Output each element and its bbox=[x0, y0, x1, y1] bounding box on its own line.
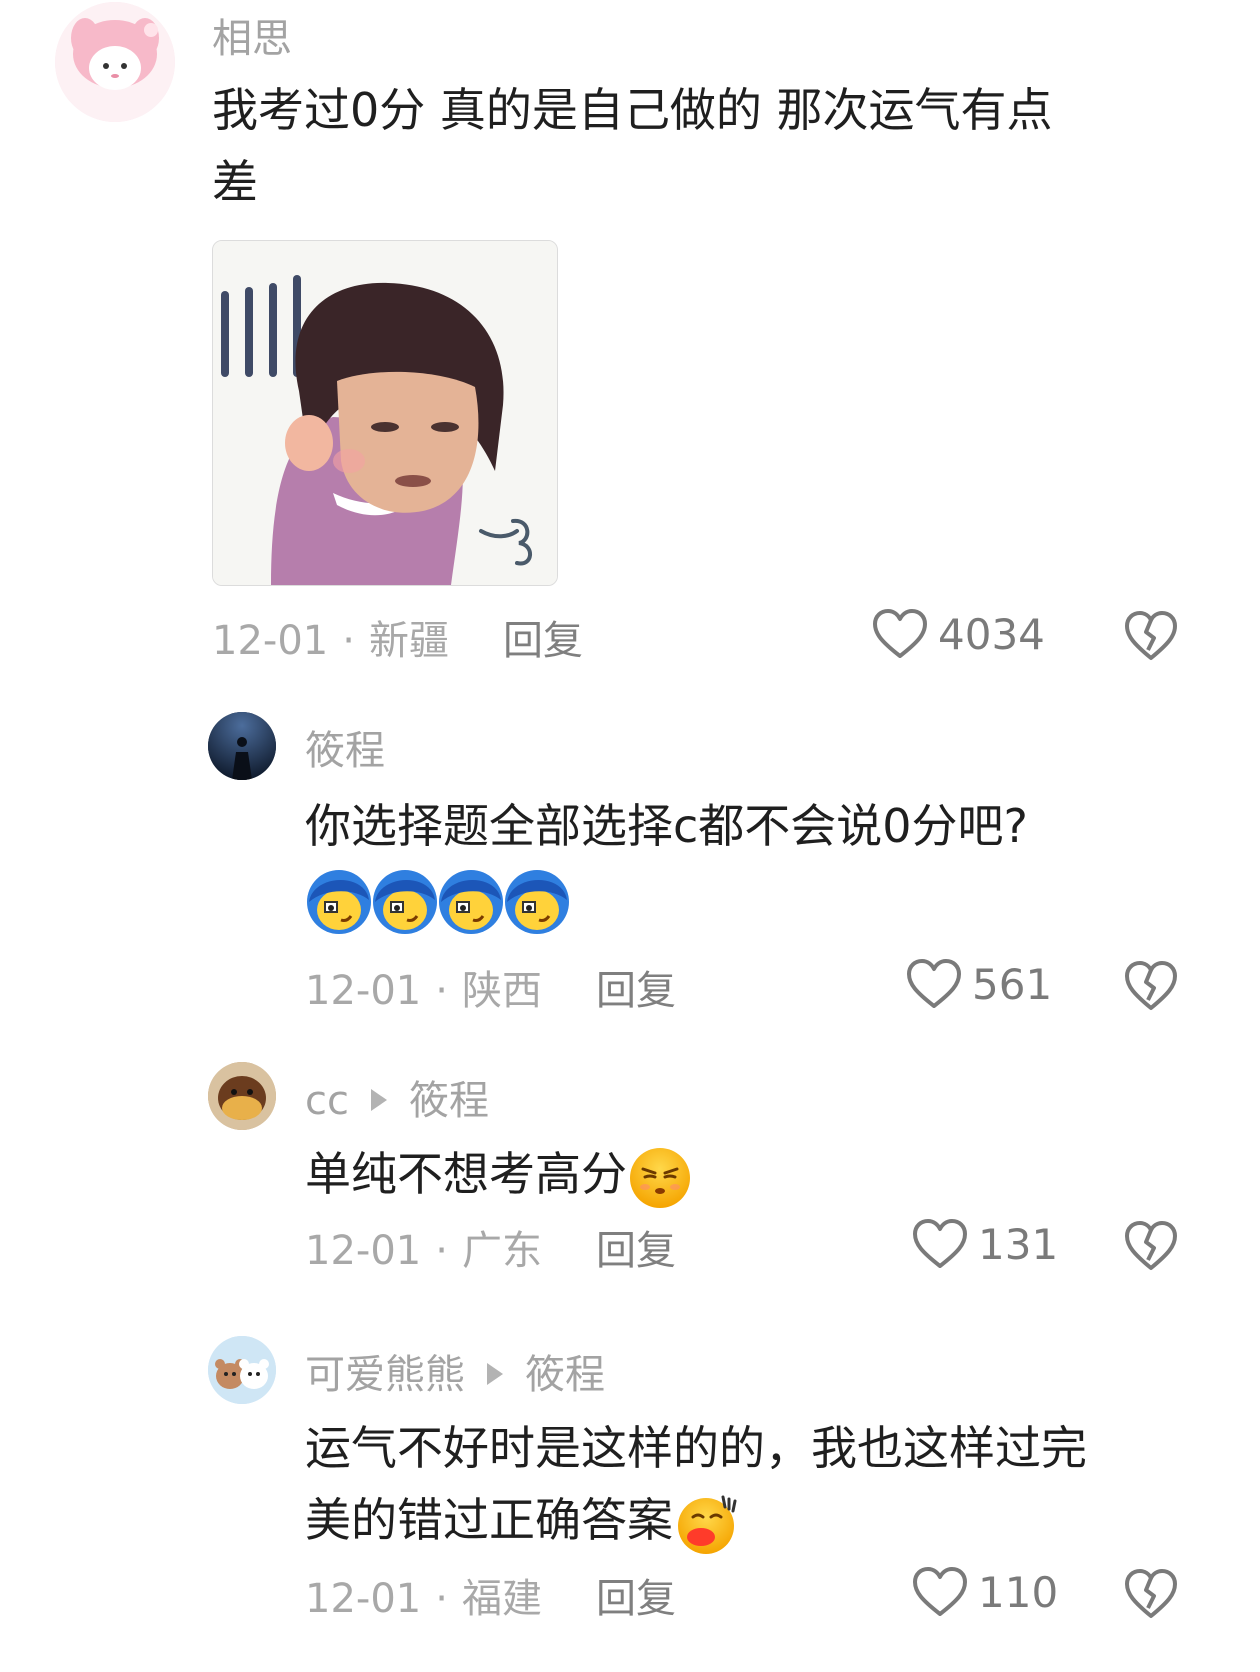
comment-date: 12-01 bbox=[305, 968, 422, 1014]
comment-meta: 12-01 · 福建 回复 bbox=[305, 1566, 676, 1624]
comment-location: 新疆 bbox=[368, 618, 449, 664]
reply-target[interactable]: 筱程 bbox=[409, 1078, 489, 1124]
dislike-button[interactable] bbox=[1124, 960, 1178, 1016]
reply-button[interactable]: 回复 bbox=[596, 1576, 676, 1622]
username: cc 筱程 bbox=[305, 1068, 489, 1126]
broken-heart-icon bbox=[1125, 1569, 1177, 1618]
separator-dot: · bbox=[342, 618, 355, 664]
like-count: 110 bbox=[978, 1567, 1059, 1617]
comment-location: 陕西 bbox=[461, 968, 542, 1014]
avatar-image bbox=[208, 1336, 276, 1404]
dislike-button[interactable] bbox=[1124, 1220, 1178, 1276]
like-button[interactable]: 561 bbox=[906, 958, 1052, 1010]
comment-date: 12-01 bbox=[305, 1576, 422, 1622]
emoji-row bbox=[305, 864, 1205, 936]
like-button[interactable]: 4034 bbox=[872, 608, 1045, 660]
reply-author[interactable]: 可爱熊熊 bbox=[305, 1352, 465, 1398]
comment-text-line: 美的错过正确答案 bbox=[305, 1484, 1205, 1557]
like-count: 561 bbox=[972, 959, 1053, 1009]
dislike-button[interactable] bbox=[1124, 1568, 1178, 1624]
reply-button[interactable]: 回复 bbox=[503, 618, 583, 664]
reply-author[interactable]: cc bbox=[305, 1078, 349, 1124]
avatar[interactable] bbox=[208, 1062, 276, 1130]
like-button[interactable]: 131 bbox=[912, 1218, 1058, 1270]
comment-text: 你选择题全部选择c都不会说0分吧? bbox=[305, 790, 1205, 936]
username: 可爱熊熊 筱程 bbox=[305, 1342, 605, 1400]
comment-location: 广东 bbox=[461, 1228, 542, 1274]
avatar-image bbox=[55, 2, 175, 122]
broken-heart-icon bbox=[1125, 611, 1177, 660]
comment-meta: 12-01 · 陕西 回复 bbox=[305, 958, 676, 1016]
kissing-face-emoji-icon bbox=[678, 1495, 737, 1554]
broken-heart-icon bbox=[1125, 1221, 1177, 1270]
blue-hair-face-emoji-icon bbox=[307, 870, 569, 934]
reply-button[interactable]: 回复 bbox=[596, 968, 676, 1014]
like-count: 131 bbox=[978, 1219, 1059, 1269]
avatar-image bbox=[208, 1062, 276, 1130]
comment-text: 单纯不想考高分 bbox=[305, 1138, 1205, 1211]
username[interactable]: 筱程 bbox=[305, 718, 385, 776]
avatar-image bbox=[208, 712, 276, 780]
comment-text-line: 运气不好时是这样的的，我也这样过完 bbox=[305, 1421, 1087, 1475]
smirk-face-emoji-icon bbox=[630, 1147, 690, 1208]
separator-dot: · bbox=[435, 1228, 448, 1274]
dislike-button[interactable] bbox=[1124, 610, 1178, 666]
comment-text-content: 你选择题全部选择c都不会说0分吧? bbox=[305, 799, 1028, 853]
like-count: 4034 bbox=[938, 609, 1045, 659]
heart-outline-icon bbox=[907, 959, 961, 1008]
heart-outline-icon bbox=[913, 1567, 967, 1616]
comment-meta: 12-01 · 新疆 回复 bbox=[212, 608, 583, 666]
like-button[interactable]: 110 bbox=[912, 1566, 1058, 1618]
broken-heart-icon bbox=[1125, 961, 1177, 1010]
avatar[interactable] bbox=[208, 1336, 276, 1404]
sticker-drawing bbox=[213, 241, 557, 585]
comment-date: 12-01 bbox=[305, 1228, 422, 1274]
meme-sticker-image[interactable] bbox=[212, 240, 558, 586]
username[interactable]: 相思 bbox=[212, 6, 292, 64]
comment-date: 12-01 bbox=[212, 618, 329, 664]
separator-dot: · bbox=[435, 968, 448, 1014]
comment-meta: 12-01 · 广东 回复 bbox=[305, 1218, 676, 1276]
separator-dot: · bbox=[435, 1576, 448, 1622]
comment-text-line: 我考过0分 真的是自己做的 那次运气有点 bbox=[212, 83, 1053, 137]
avatar[interactable] bbox=[208, 712, 276, 780]
comment-text-line: 你选择题全部选择c都不会说0分吧? bbox=[305, 790, 1205, 862]
reply-target[interactable]: 筱程 bbox=[525, 1352, 605, 1398]
reply-button[interactable]: 回复 bbox=[596, 1228, 676, 1274]
comment-text-content: 单纯不想考高分 bbox=[305, 1147, 627, 1201]
comment-text: 运气不好时是这样的的，我也这样过完 美的错过正确答案 bbox=[305, 1412, 1205, 1557]
comment-text-content: 美的错过正确答案 bbox=[305, 1493, 673, 1547]
comment-text: 我考过0分 真的是自己做的 那次运气有点 差 bbox=[212, 74, 1172, 218]
avatar[interactable] bbox=[55, 2, 175, 122]
comment-location: 福建 bbox=[461, 1576, 542, 1622]
reply-arrow-icon bbox=[370, 1089, 387, 1111]
heart-outline-icon bbox=[873, 609, 927, 658]
comment-text-line: 差 bbox=[212, 155, 258, 209]
reply-arrow-icon bbox=[487, 1363, 503, 1385]
heart-outline-icon bbox=[913, 1219, 967, 1268]
